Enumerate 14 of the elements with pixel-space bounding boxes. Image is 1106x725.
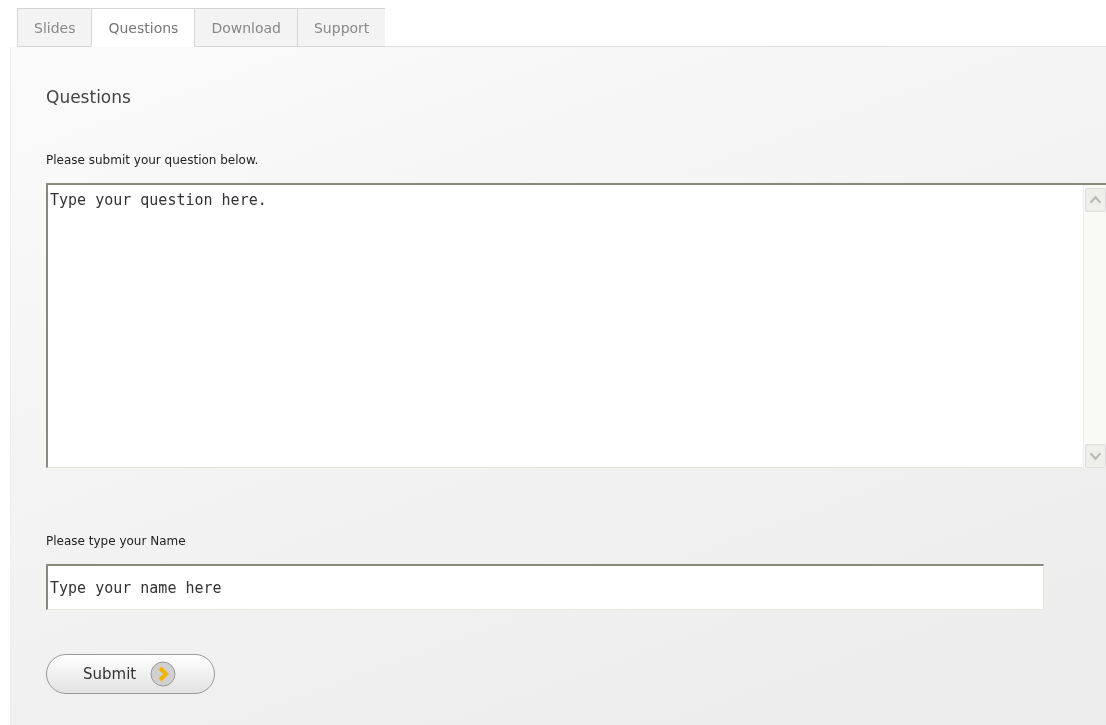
scroll-down-icon[interactable] <box>1085 444 1106 469</box>
name-label: Please type your Name <box>46 533 187 551</box>
tab[interactable]: Slides <box>17 8 92 47</box>
question-label: Please submit your question below. <box>46 152 260 170</box>
tab[interactable]: Support <box>297 8 386 47</box>
section-heading: Questions <box>46 87 132 108</box>
question-textarea[interactable]: Type your question here. <box>46 183 1106 469</box>
tab[interactable]: Questions <box>91 8 195 47</box>
name-input[interactable]: Type your name here <box>46 564 1044 611</box>
submit-button[interactable]: Submit <box>46 654 215 695</box>
scrollbar[interactable] <box>1083 185 1106 469</box>
tab[interactable]: Download <box>194 8 297 47</box>
chevron-icon <box>150 661 177 688</box>
scroll-up-icon[interactable] <box>1085 188 1106 213</box>
